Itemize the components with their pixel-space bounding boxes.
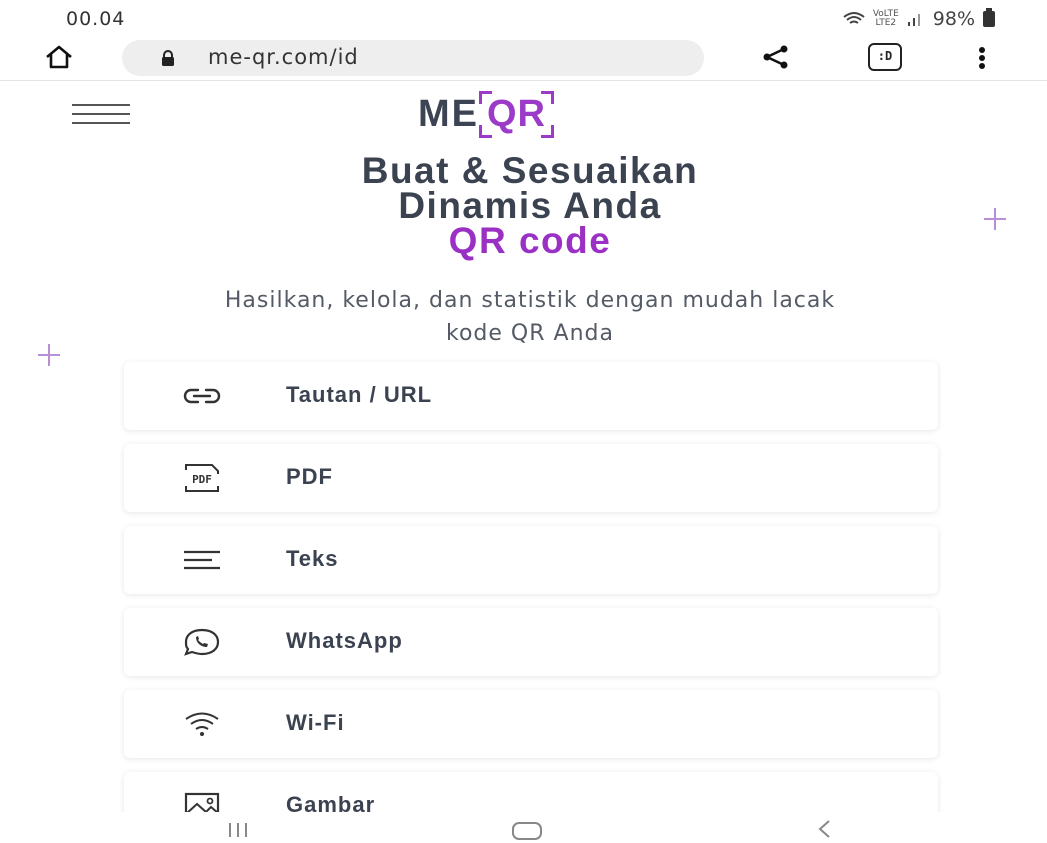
wifi-icon — [185, 712, 219, 736]
qr-type-text[interactable]: Teks — [124, 526, 938, 594]
browser-toolbar: me-qr.com/id :D — [0, 34, 1047, 81]
wifi-status-icon — [843, 12, 865, 24]
recent-apps-icon[interactable] — [226, 822, 250, 838]
address-bar[interactable]: me-qr.com/id — [122, 40, 704, 76]
qr-type-label: Tautan / URL — [286, 382, 433, 407]
hero-title-line2: Dinamis Anda — [398, 185, 662, 226]
qr-type-wifi[interactable]: Wi-Fi — [124, 690, 938, 758]
url-text[interactable]: me-qr.com/id — [208, 45, 359, 69]
status-bar: 00.04 VoLTE LTE2 98% — [0, 0, 1047, 34]
logo[interactable]: ME QR — [418, 90, 554, 138]
qr-type-pdf[interactable]: PDF PDF — [124, 444, 938, 512]
pdf-icon: PDF — [185, 464, 219, 492]
hero-title-line1: Buat & Sesuaikan — [361, 150, 699, 191]
qr-type-label: PDF — [286, 464, 333, 489]
logo-qr: QR — [479, 90, 554, 138]
hero-title: Buat & Sesuaikan Dinamis Anda QR code — [0, 150, 1047, 261]
battery-percent: 98% — [932, 8, 975, 30]
logo-me: ME — [418, 92, 479, 135]
hamburger-menu-icon[interactable] — [72, 102, 130, 126]
link-icon — [183, 388, 221, 404]
network-type: VoLTE LTE2 — [873, 10, 899, 28]
system-nav-bar — [0, 812, 1047, 843]
qr-type-url[interactable]: Tautan / URL — [124, 362, 938, 430]
qr-type-label: Teks — [286, 546, 339, 571]
hero-title-accent: QR code — [448, 220, 612, 261]
qr-type-label: WhatsApp — [286, 628, 403, 653]
status-time: 00.04 — [66, 8, 126, 30]
network-label-bottom: LTE2 — [875, 18, 897, 28]
decorative-plus — [38, 344, 60, 366]
hero-subtitle-line2: kode QR Anda — [446, 321, 614, 346]
more-options-icon[interactable] — [978, 45, 986, 71]
qr-type-label: Wi-Fi — [286, 710, 345, 735]
share-icon[interactable] — [762, 44, 790, 70]
home-icon[interactable] — [44, 44, 74, 70]
logo-corner — [541, 90, 554, 104]
status-icons: VoLTE LTE2 98% — [843, 8, 995, 30]
signal-icon — [907, 14, 920, 26]
whatsapp-icon — [184, 628, 220, 656]
back-icon[interactable] — [814, 818, 836, 840]
decorative-plus — [984, 208, 1006, 230]
qr-type-whatsapp[interactable]: WhatsApp — [124, 608, 938, 676]
logo-corner — [479, 90, 492, 104]
battery-icon — [983, 8, 995, 27]
text-icon — [184, 550, 220, 570]
logo-corner — [541, 124, 554, 138]
hero-subtitle-line1: Hasilkan, kelola, dan statistik dengan m… — [224, 288, 836, 313]
logo-qr-text: QR — [487, 92, 546, 135]
home-button-icon[interactable] — [512, 822, 542, 840]
logo-corner — [479, 124, 492, 138]
dex-icon[interactable]: :D — [868, 43, 902, 71]
hero-subtitle: Hasilkan, kelola, dan statistik dengan m… — [40, 284, 1020, 350]
svg-text:PDF: PDF — [192, 473, 212, 486]
lock-icon — [162, 50, 174, 66]
